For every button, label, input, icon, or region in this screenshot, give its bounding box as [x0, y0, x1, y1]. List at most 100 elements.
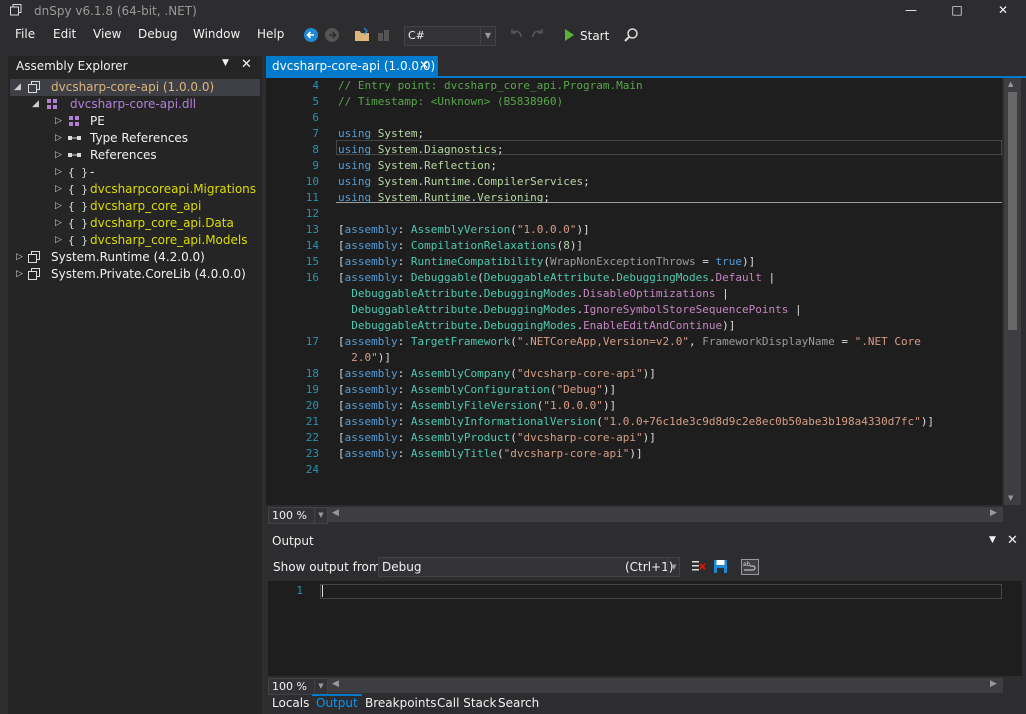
zoom-value: 100 % — [272, 509, 307, 522]
output-source-select[interactable]: Debug (Ctrl+1) ▼ — [378, 557, 680, 577]
tree-item-label: dvcsharp_core_api.Models — [90, 233, 248, 247]
word-wrap-icon[interactable]: ab — [741, 559, 759, 575]
line-number: 10 — [305, 175, 319, 188]
output-current-line — [320, 584, 1002, 599]
tree-item-dll[interactable]: ◢ dvcsharp-core-api.dll — [10, 96, 260, 113]
language-select[interactable]: C# ▼ — [404, 26, 496, 46]
tab-close-icon[interactable]: ✕ — [419, 58, 429, 72]
tree-item-label: dvcsharp-core-api.dll — [70, 97, 197, 111]
assembly-tree: ◢ dvcsharp-core-api (1.0.0.0) ◢ dvcsharp… — [8, 78, 262, 698]
open-list-icon[interactable] — [376, 27, 392, 43]
start-button[interactable]: Start — [580, 29, 609, 43]
line-number: 9 — [312, 159, 319, 172]
forward-icon[interactable] — [324, 27, 340, 43]
tree-item-label: dvcsharpcoreapi.Migrations — [90, 182, 257, 196]
menu-file[interactable]: File — [15, 27, 35, 41]
tree-item-type-references[interactable]: ▷ Type References — [10, 130, 260, 147]
tree-item-namespace[interactable]: ▷ { } dvcsharp_core_api.Data — [10, 215, 260, 232]
minimize-button[interactable]: — — [888, 0, 934, 22]
tab-call-stack[interactable]: Call Stack — [437, 696, 496, 710]
panel-menu-chevron-icon[interactable]: ▼ — [989, 535, 996, 545]
scrollbar-thumb[interactable] — [1008, 92, 1017, 330]
namespace-icon: { } — [68, 183, 88, 196]
editor-horizontal-scrollbar[interactable]: ◀ ▶ — [328, 507, 1003, 522]
editor-tab[interactable]: dvcsharp-core-api (1.0.0.0) ✕ — [266, 56, 438, 76]
scroll-left-icon[interactable]: ◀ — [332, 508, 339, 518]
scroll-right-icon[interactable]: ▶ — [990, 679, 997, 689]
code-line: [assembly: Debuggable(DebuggableAttribut… — [338, 271, 776, 284]
code-line: // Timestamp: <Unknown> (B5838960) — [338, 95, 564, 108]
open-folder-icon[interactable] — [354, 27, 370, 43]
menu-help[interactable]: Help — [257, 27, 284, 41]
collapsed-arrow-icon: ▷ — [16, 269, 23, 279]
scroll-down-icon[interactable]: ▼ — [1008, 494, 1013, 502]
assembly-explorer-title: Assembly Explorer — [16, 59, 128, 73]
namespace-icon: { } — [68, 234, 88, 247]
tab-breakpoints[interactable]: Breakpoints — [365, 696, 436, 710]
code-line: [assembly: AssemblyInformationalVersion(… — [338, 415, 935, 428]
tree-item-namespace-empty[interactable]: ▷ { } - — [10, 164, 260, 181]
line-number: 14 — [305, 239, 319, 252]
code-line: [assembly: AssemblyProduct("dvcsharp-cor… — [338, 431, 656, 444]
scroll-left-icon[interactable]: ◀ — [332, 679, 339, 689]
tab-locals[interactable]: Locals — [272, 696, 309, 710]
tree-item-assembly[interactable]: ▷ System.Runtime (4.2.0.0) — [10, 249, 260, 266]
panel-menu-chevron-icon[interactable]: ▼ — [222, 58, 229, 68]
start-play-icon[interactable] — [561, 27, 577, 43]
maximize-button[interactable]: □ — [934, 0, 980, 22]
undo-icon[interactable] — [508, 27, 524, 43]
menu-window[interactable]: Window — [193, 27, 240, 41]
panel-close-icon[interactable]: ✕ — [1007, 533, 1018, 548]
tree-item-namespace[interactable]: ▷ { } dvcsharpcoreapi.Migrations — [10, 181, 260, 198]
redo-icon[interactable] — [530, 27, 546, 43]
assembly-icon — [28, 268, 40, 280]
chevron-down-icon: ▼ — [314, 679, 327, 694]
line-number: 19 — [305, 383, 319, 396]
language-value: C# — [408, 29, 425, 42]
code-line: DebuggableAttribute.DebuggingModes.Disab… — [351, 287, 729, 300]
code-line: DebuggableAttribute.DebuggingModes.Ignor… — [351, 303, 802, 316]
tree-item-assembly[interactable]: ◢ dvcsharp-core-api (1.0.0.0) — [10, 79, 260, 96]
scroll-up-icon[interactable]: ▲ — [1008, 80, 1013, 88]
references-icon — [68, 136, 81, 140]
tree-item-label: References — [90, 148, 157, 162]
line-number: 24 — [305, 463, 319, 476]
menu-edit[interactable]: Edit — [53, 27, 76, 41]
expanded-arrow-icon: ◢ — [32, 99, 39, 109]
tree-item-references[interactable]: ▷ References — [10, 147, 260, 164]
tree-item-assembly[interactable]: ▷ System.Private.CoreLib (4.0.0.0) — [10, 266, 260, 283]
output-zoom-select[interactable]: 100 % ▼ — [268, 678, 328, 695]
search-icon[interactable] — [623, 27, 639, 43]
close-button[interactable]: ✕ — [980, 0, 1026, 22]
clear-all-icon[interactable] — [691, 559, 706, 574]
editor-zoom-select[interactable]: 100 % ▼ — [268, 507, 328, 524]
svg-text:ab: ab — [743, 561, 751, 568]
save-icon[interactable] — [713, 559, 728, 574]
tree-item-label: System.Runtime (4.2.0.0) — [51, 250, 205, 264]
line-number: 4 — [312, 79, 319, 92]
namespace-icon: { } — [68, 200, 88, 213]
menu-debug[interactable]: Debug — [138, 27, 177, 41]
tree-item-label: dvcsharp_core_api — [90, 199, 202, 213]
tree-item-pe[interactable]: ▷ PE — [10, 113, 260, 130]
line-number: 8 — [312, 143, 319, 156]
output-horizontal-scrollbar[interactable]: ◀ ▶ — [328, 678, 1003, 693]
back-icon[interactable] — [303, 27, 319, 43]
scroll-right-icon[interactable]: ▶ — [990, 508, 997, 518]
menu-view[interactable]: View — [93, 27, 121, 41]
tree-item-namespace[interactable]: ▷ { } dvcsharp_core_api — [10, 198, 260, 215]
code-line: using System.Diagnostics; — [338, 143, 504, 156]
tab-output[interactable]: Output — [312, 694, 362, 710]
line-number: 23 — [305, 447, 319, 460]
line-number: 17 — [305, 335, 319, 348]
collapsed-arrow-icon: ▷ — [16, 252, 23, 262]
line-number: 11 — [305, 191, 319, 204]
tree-item-label: Type References — [90, 131, 189, 145]
tree-item-namespace[interactable]: ▷ { } dvcsharp_core_api.Models — [10, 232, 260, 249]
code-line: [assembly: AssemblyConfiguration("Debug"… — [338, 383, 617, 396]
panel-close-icon[interactable]: ✕ — [241, 57, 252, 72]
tree-item-label: System.Private.CoreLib (4.0.0.0) — [51, 267, 246, 281]
module-icon — [47, 99, 57, 109]
editor-tab-label: dvcsharp-core-api (1.0.0.0) — [272, 59, 436, 73]
tab-search[interactable]: Search — [498, 696, 539, 710]
